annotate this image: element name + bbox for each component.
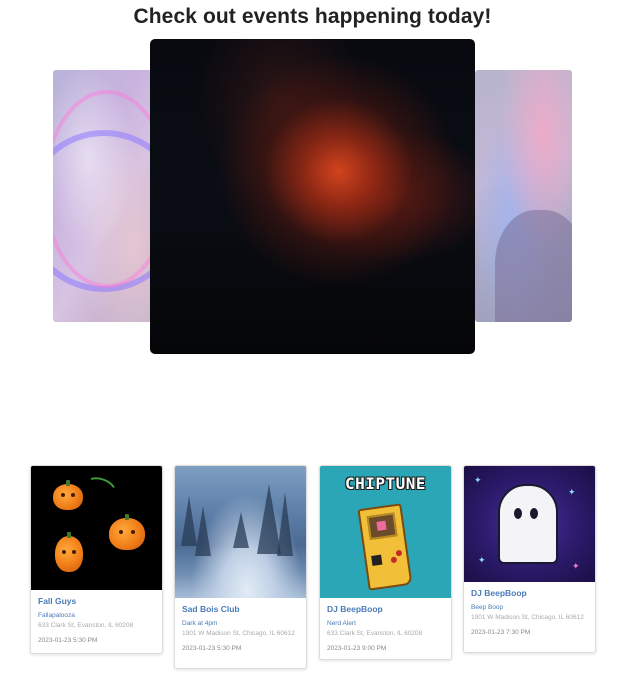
event-venue: Fallapalooza [38, 612, 75, 619]
event-address: 1901 W Madison St, Chicago, IL 60612 [471, 614, 584, 621]
event-name[interactable]: Fall Guys [38, 596, 156, 606]
event-image-snowy-forest [175, 466, 306, 598]
sparkle-icon: ✦ [478, 555, 486, 565]
event-datetime: 2023-01-23 5:30 PM [182, 645, 242, 652]
tree-decor [277, 492, 293, 556]
sparkle-icon: ✦ [572, 561, 580, 571]
sparkle-icon: ✦ [568, 487, 576, 497]
event-datetime: 2023-01-23 7:30 PM [471, 629, 531, 636]
event-name[interactable]: DJ BeepBoop [327, 604, 445, 614]
event-datetime: 2023-01-23 9:00 PM [327, 645, 387, 652]
page-title: Check out events happening today! [133, 5, 492, 28]
carousel-slide-active[interactable] [150, 39, 475, 354]
event-venue: Beep Boop [471, 604, 504, 611]
event-image-pixel-ghost: ✦ ✦ ✦ ✦ [464, 466, 595, 582]
event-datetime: 2023-01-23 5:30 PM [38, 637, 98, 644]
event-venue: Nerd Alert [327, 620, 356, 627]
ghost-icon [498, 484, 558, 564]
pumpkin-icon [53, 480, 83, 510]
tree-decor [233, 512, 249, 548]
event-name[interactable]: Sad Bois Club [182, 604, 300, 614]
event-address: 633 Clark St, Evanston, IL 60208 [38, 622, 134, 629]
event-venue: Dark at 4pm [182, 620, 218, 627]
vine-decor [79, 472, 121, 508]
event-card[interactable]: Sad Bois Club Dark at 4pm 1901 W Madison… [174, 465, 307, 669]
pumpkin-icon [55, 532, 83, 572]
silhouette-decor [495, 210, 572, 322]
chiptune-art-text: CHIPTUNE [344, 474, 427, 493]
event-name[interactable]: DJ BeepBoop [471, 588, 589, 598]
event-card[interactable]: CHIPTUNE DJ BeepBoop Nerd Alert 633 Clar… [319, 465, 452, 660]
event-image-chiptune: CHIPTUNE [320, 466, 451, 598]
gameboy-icon [357, 503, 413, 591]
event-image-pumpkins [31, 466, 162, 590]
carousel-slide-next[interactable] [475, 70, 572, 322]
pumpkin-icon [109, 514, 145, 550]
event-address: 1901 W Madison St, Chicago, IL 60612 [182, 630, 295, 637]
event-card[interactable]: ✦ ✦ ✦ ✦ DJ BeepBoop Beep Boop 1901 W Mad… [463, 465, 596, 653]
tree-decor [195, 506, 211, 556]
sparkle-icon: ✦ [474, 475, 482, 485]
event-card[interactable]: Fall Guys Fallapalooza 633 Clark St, Eva… [30, 465, 163, 654]
event-address: 633 Clark St, Evanston, IL 60208 [327, 630, 423, 637]
